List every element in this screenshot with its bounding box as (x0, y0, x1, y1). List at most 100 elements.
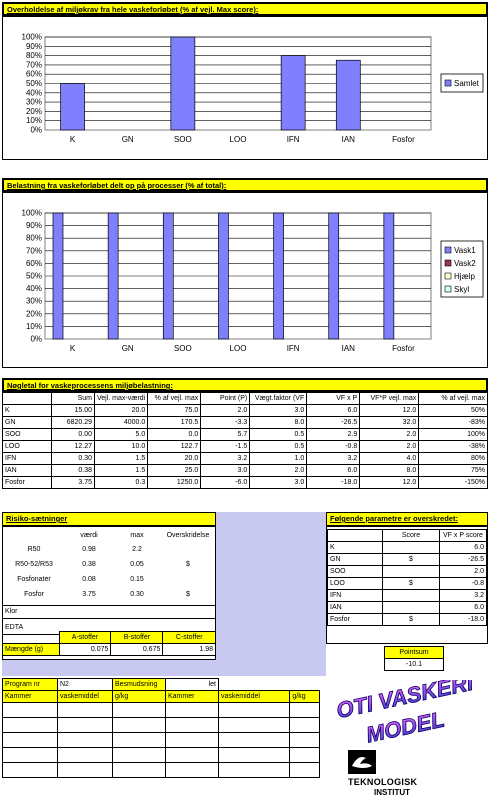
program-table: Program nr N2 Besmudsning let Kammer vas… (2, 678, 320, 778)
program-cell[interactable] (165, 762, 219, 778)
program-cell[interactable] (165, 717, 219, 733)
table1-cell: IFN (2, 452, 52, 465)
table1-cell: -1.5 (200, 440, 251, 453)
program-cell[interactable] (217, 702, 291, 718)
program-cell[interactable] (57, 717, 113, 733)
maengde-b: 0.675 (110, 643, 164, 656)
risk-cell: Fosfor (24, 591, 44, 598)
program-cell[interactable] (289, 732, 320, 748)
program-cell[interactable] (289, 747, 320, 763)
table1-cell: -6.0 (200, 476, 251, 489)
program-row-empty (2, 732, 320, 748)
table1-cell: 80% (418, 452, 488, 465)
program-cell[interactable] (2, 762, 58, 778)
program-col-header: Kammer (2, 690, 58, 703)
table1-header-cell: Vejl. max-værdi (93, 392, 149, 405)
program-cell[interactable] (217, 717, 291, 733)
y-tick-label: 20% (26, 107, 42, 116)
filler-panel-bottom (2, 660, 326, 676)
bar (273, 212, 284, 340)
exceeded-cell (382, 589, 440, 602)
legend-label: Hjælp (454, 272, 475, 281)
institute-emblem-icon (348, 750, 376, 774)
program-cell[interactable] (2, 747, 58, 763)
program-cell[interactable] (112, 747, 166, 763)
program-cell[interactable] (57, 702, 113, 718)
program-cell[interactable] (57, 732, 113, 748)
program-cell[interactable] (165, 732, 219, 748)
y-tick-label: 80% (26, 51, 42, 60)
program-row-empty (2, 747, 320, 763)
x-tick-label: IAN (342, 344, 356, 353)
table1-cell: 170.5 (147, 416, 202, 429)
program-label: Program nr (2, 678, 58, 691)
exceeded-cell (382, 601, 440, 614)
program-row-empty (2, 717, 320, 733)
exceeded-cell: K (327, 541, 383, 554)
exceeded-row: LOO $ -0.8 (327, 577, 487, 590)
besmudsning-value[interactable]: let (165, 678, 219, 691)
table1-cell: -38% (418, 440, 488, 453)
exceeded-cell: $ (382, 613, 440, 626)
bar (52, 212, 64, 340)
table1-row: IAN 0.38 1.5 25.0 3.0 2.0 6.0 8.0 75% (2, 464, 488, 477)
table1-cell: 32.0 (359, 416, 420, 429)
y-tick-label: 20% (26, 309, 42, 318)
table1-cell: 12.27 (51, 440, 95, 453)
brand-line2: INSTITUT (374, 788, 410, 797)
program-cell[interactable] (112, 702, 166, 718)
program-cell[interactable] (289, 717, 320, 733)
table1-cell: 2.0 (200, 404, 251, 417)
table1-title: Nøgletal for vaskeprocessens miljøbelast… (2, 378, 488, 392)
y-tick-label: 10% (26, 116, 42, 125)
bar (328, 212, 340, 340)
chart2-frame: 0% 10% 20% 30% 40% 50% 60% 70% 80% 90% 100% K GN SOO L… (2, 192, 488, 368)
table1-header-row: Sum Vejl. max-værdi % af vejl. max Point… (2, 392, 488, 405)
program-value[interactable]: N2 (57, 678, 113, 691)
x-tick-label: K (70, 135, 76, 144)
program-cell[interactable] (217, 747, 291, 763)
risk-cell: $ (186, 591, 190, 598)
program-cell[interactable] (217, 732, 291, 748)
program-cell[interactable] (289, 762, 320, 778)
program-cell[interactable] (2, 702, 58, 718)
legend-label: Samlet (454, 79, 480, 88)
x-tick-label: IAN (342, 135, 356, 144)
x-tick-label: Fosfor (392, 344, 415, 353)
program-cell[interactable] (112, 717, 166, 733)
risk-cell (161, 572, 215, 587)
table1-cell: -0.8 (306, 440, 361, 453)
table1-cell: 5.7 (200, 428, 251, 441)
table1-cell: GN (2, 416, 52, 429)
chart2-title: Belastning fra vaskeforløbet delt op på … (2, 178, 488, 192)
program-cell[interactable] (57, 747, 113, 763)
exceeded-row: GN $ -26.5 (327, 553, 487, 566)
x-tick-label: GN (122, 135, 134, 144)
table1-row: Fosfor 3.75 0.3 1250.0 -6.0 3.0 -18.0 12.0 -150% (2, 476, 488, 489)
maengde-c: 1.98 (162, 643, 216, 656)
table1-cell: 1.5 (93, 464, 149, 477)
y-tick-label: 0% (30, 335, 42, 344)
risk-table: værdi max Overskridelse R50 0.98 2.2 R50-52… (3, 529, 215, 602)
c-stoffer-header: C-stoffer (162, 631, 216, 644)
program-cell[interactable] (217, 762, 291, 778)
maengde-a: 0.075 (58, 643, 112, 656)
risk-cell: 0.08 (82, 576, 96, 583)
program-empty (290, 679, 320, 691)
program-cell[interactable] (112, 762, 166, 778)
exceeded-cell: IAN (327, 601, 383, 614)
risk-cell: 2.2 (132, 546, 142, 553)
risk-header-cell: Overskridelse (166, 532, 210, 539)
program-cell[interactable] (289, 702, 320, 718)
table1-cell: 20.0 (93, 404, 149, 417)
table1-cell: SOO (2, 428, 52, 441)
program-cell[interactable] (112, 732, 166, 748)
program-cell[interactable] (2, 717, 58, 733)
program-cell[interactable] (57, 762, 113, 778)
program-cell[interactable] (2, 732, 58, 748)
table1-cell: 4000.0 (93, 416, 149, 429)
program-cell[interactable] (165, 702, 219, 718)
program-cell[interactable] (165, 747, 219, 763)
table1-cell: 0.5 (249, 428, 308, 441)
table1-cell: 2.0 (249, 464, 308, 477)
